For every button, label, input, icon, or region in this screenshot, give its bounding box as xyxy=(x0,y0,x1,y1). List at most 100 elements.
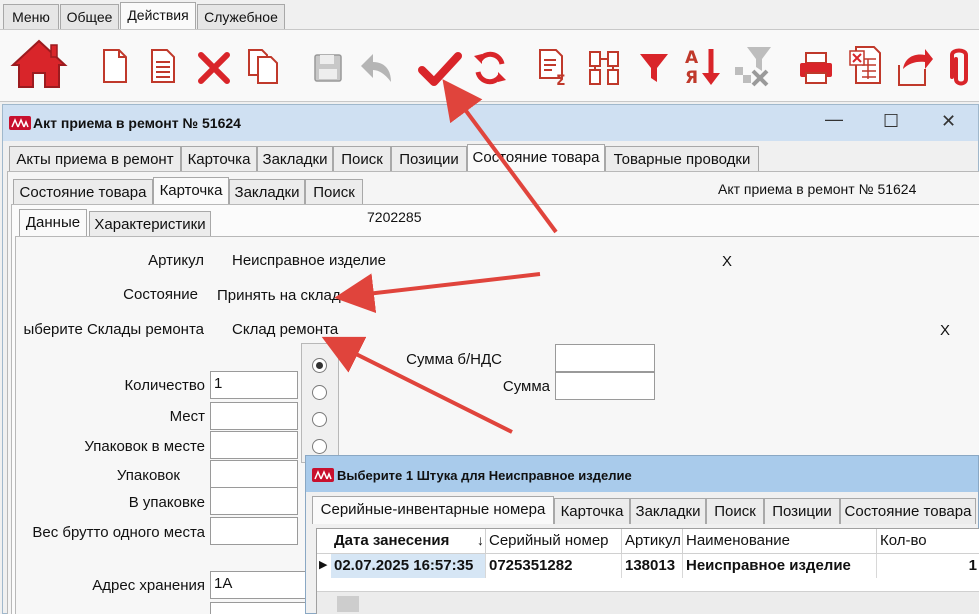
innertab-characteristics[interactable]: Характеристики xyxy=(89,211,211,237)
warehouse-value[interactable]: Склад ремонта xyxy=(232,321,338,338)
window-title-bar: Акт приема в ремонт № 51624 — ☐ ✕ xyxy=(3,105,978,141)
confirm-button[interactable] xyxy=(416,48,464,90)
tab-bookmarks[interactable]: Закладки xyxy=(257,146,333,172)
column-header-date[interactable]: Дата занесения xyxy=(331,529,486,553)
row-pointer-icon: ▶ xyxy=(319,559,328,571)
home-icon xyxy=(10,39,68,88)
refresh-button[interactable] xyxy=(470,48,510,88)
article-value[interactable]: Неисправное изделие xyxy=(232,252,386,269)
sum-label: Сумма xyxy=(502,378,550,395)
export-button[interactable] xyxy=(894,46,936,88)
subtab-search[interactable]: Поиск xyxy=(305,179,363,205)
popup-tab-goods-state[interactable]: Состояние товара xyxy=(840,498,976,524)
tab-search[interactable]: Поиск xyxy=(333,146,391,172)
popup-logo-icon xyxy=(312,468,334,482)
document-list-icon xyxy=(151,49,175,83)
cell-qty: 1 xyxy=(968,557,977,574)
filter-button[interactable] xyxy=(636,48,672,88)
state-label: Состояние xyxy=(123,286,198,303)
undo-button[interactable] xyxy=(356,48,400,88)
popup-tab-serials[interactable]: Серийные-инвентарные номера xyxy=(312,496,554,524)
delete-button[interactable] xyxy=(196,50,232,86)
popup-tab-card[interactable]: Карточка xyxy=(554,498,630,524)
sum-field[interactable] xyxy=(555,372,655,400)
window-title: Акт приема в ремонт № 51624 xyxy=(33,115,241,131)
svg-text:Σ: Σ xyxy=(556,73,566,86)
sort-button[interactable]: А Я xyxy=(682,44,724,88)
gross-weight-field[interactable] xyxy=(210,517,298,545)
serial-select-popup: Выберите 1 Штука для Неисправное изделие… xyxy=(305,455,979,614)
serials-grid: Дата занесения ↓ Серийный номер Артикул … xyxy=(316,528,979,614)
popup-tab-bookmarks[interactable]: Закладки xyxy=(630,498,706,524)
cell-article: 138013 xyxy=(622,554,683,578)
save-button[interactable] xyxy=(310,50,346,86)
tab-positions[interactable]: Позиции xyxy=(391,146,467,172)
clear-filter-button[interactable] xyxy=(732,44,774,88)
menu-tab-general[interactable]: Общее xyxy=(60,4,119,29)
delete-icon xyxy=(198,52,230,84)
attach-button[interactable] xyxy=(946,46,976,90)
table-row[interactable]: 02.07.2025 16:57:35 0725351282 138013 Не… xyxy=(331,554,979,578)
places-label: Мест xyxy=(169,408,205,425)
minimize-button[interactable]: — xyxy=(825,109,843,130)
sort-desc-icon: ↓ xyxy=(477,532,484,548)
radio-option-4[interactable] xyxy=(312,439,327,454)
column-header-name[interactable]: Наименование xyxy=(683,529,877,553)
next-field[interactable] xyxy=(210,602,306,614)
document-list-button[interactable] xyxy=(148,46,178,86)
new-button[interactable] xyxy=(100,46,130,86)
column-header-serial[interactable]: Серийный номер xyxy=(486,529,622,553)
menu-tab-actions[interactable]: Действия xyxy=(120,2,196,30)
copy-button[interactable] xyxy=(245,46,281,86)
document-header: Акт приема в ремонт № 51624 xyxy=(718,181,917,197)
tree-icon xyxy=(589,51,619,85)
home-button[interactable] xyxy=(8,36,70,92)
tree-button[interactable] xyxy=(584,46,624,88)
warehouse-label: ыберите Склады ремонта xyxy=(23,321,204,338)
packs-field[interactable] xyxy=(210,460,298,488)
sort-icon: А Я xyxy=(685,48,720,87)
horizontal-scrollbar[interactable] xyxy=(317,591,979,614)
tab-repair-acts[interactable]: Акты приема в ремонт xyxy=(9,146,181,172)
in-pack-field[interactable] xyxy=(210,487,298,515)
subtab-card[interactable]: Карточка xyxy=(153,177,229,205)
quantity-field[interactable]: 1 xyxy=(210,371,298,399)
places-field[interactable] xyxy=(210,402,298,430)
maximize-button[interactable]: ☐ xyxy=(883,111,899,132)
refresh-icon xyxy=(474,51,506,85)
calc-sum-icon: Σ xyxy=(539,49,566,86)
column-header-qty[interactable]: Кол-во xyxy=(877,529,979,553)
packs-per-place-field[interactable] xyxy=(210,431,298,459)
close-button[interactable]: ✕ xyxy=(941,111,956,132)
article-clear-button[interactable]: X xyxy=(722,253,732,270)
menu-tab-service[interactable]: Служебное xyxy=(197,4,285,29)
subtab-goods-state[interactable]: Состояние товара xyxy=(13,179,153,205)
sum-no-vat-field[interactable] xyxy=(555,344,655,372)
column-header-article[interactable]: Артикул xyxy=(622,529,683,553)
toolbar: Σ А Я xyxy=(0,29,979,102)
radio-option-1[interactable] xyxy=(312,358,327,373)
tab-goods-postings[interactable]: Товарные проводки xyxy=(605,146,759,172)
export-icon xyxy=(898,49,933,86)
svg-text:Я: Я xyxy=(685,68,698,87)
popup-title: Выберите 1 Штука для Неисправное изделие xyxy=(337,468,632,483)
packs-per-place-label: Упаковок в месте xyxy=(84,438,205,455)
undo-icon xyxy=(361,54,391,82)
scrollbar-thumb[interactable] xyxy=(337,596,359,612)
menu-tab-menu[interactable]: Меню xyxy=(3,4,59,29)
popup-tab-positions[interactable]: Позиции xyxy=(764,498,840,524)
state-value[interactable]: Принять на склад xyxy=(217,287,341,304)
app-logo-icon xyxy=(9,116,31,130)
warehouse-clear-button[interactable]: X xyxy=(940,322,950,339)
innertab-data[interactable]: Данные xyxy=(19,209,87,237)
calc-sum-button[interactable]: Σ xyxy=(536,46,572,88)
tab-goods-state[interactable]: Состояние товара xyxy=(467,144,605,172)
print-button[interactable] xyxy=(796,48,836,88)
subtab-bookmarks[interactable]: Закладки xyxy=(229,179,305,205)
radio-option-3[interactable] xyxy=(312,412,327,427)
tab-card[interactable]: Карточка xyxy=(181,146,257,172)
excel-export-button[interactable] xyxy=(846,44,886,88)
popup-tab-search[interactable]: Поиск xyxy=(706,498,764,524)
storage-address-field[interactable]: 1А xyxy=(210,571,306,599)
radio-option-2[interactable] xyxy=(312,385,327,400)
